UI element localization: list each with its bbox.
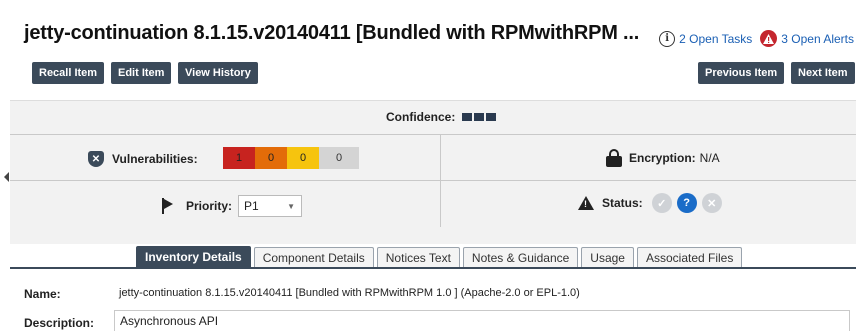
flag-icon: [162, 198, 174, 214]
confidence-bar-2: [474, 113, 485, 121]
description-field[interactable]: Asynchronous API: [114, 310, 850, 331]
confidence-row: Confidence:: [10, 101, 856, 135]
encryption-value: N/A: [699, 151, 720, 165]
priority-label: Priority:: [186, 199, 233, 213]
tab-underline: [10, 267, 856, 269]
sidebar-collapse-toggle[interactable]: [0, 150, 10, 202]
name-value: jetty-continuation 8.1.15.v20140411 [Bun…: [119, 287, 580, 299]
tab-usage[interactable]: Usage: [581, 247, 634, 268]
previous-item-button[interactable]: Previous Item: [698, 62, 785, 84]
tab-associated-files[interactable]: Associated Files: [636, 247, 743, 268]
info-icon: i: [659, 30, 676, 47]
status-approve-button[interactable]: ✓: [651, 193, 672, 213]
name-label: Name:: [24, 287, 61, 301]
item-header: jetty-continuation 8.1.15.v20140411 [Bun…: [0, 0, 856, 100]
status-label: Status:: [602, 196, 643, 210]
description-label: Description:: [24, 316, 95, 330]
confidence-bar-3: [486, 113, 497, 121]
status-pending-button[interactable]: ?: [676, 193, 697, 213]
status-group: ! Status: ✓ ? ✕: [578, 193, 722, 213]
page-title: jetty-continuation 8.1.15.v20140411 [Bun…: [24, 22, 640, 44]
tab-notes-guidance[interactable]: Notes & Guidance: [462, 247, 579, 268]
confidence-bars: [460, 113, 497, 121]
vulnerability-counts[interactable]: 1 0 0 0: [223, 147, 359, 169]
next-item-button[interactable]: Next Item: [791, 62, 855, 84]
vulnerabilities-label-group: ✕ Vulnerabilities:: [88, 151, 198, 167]
vuln-high-count[interactable]: 0: [255, 147, 287, 169]
view-history-button[interactable]: View History: [178, 62, 258, 84]
alert-icon: [760, 30, 778, 47]
open-alerts-link[interactable]: 3 Open Alerts: [781, 32, 854, 46]
chevron-down-icon: ▼: [287, 201, 296, 211]
edit-item-button[interactable]: Edit Item: [111, 62, 172, 84]
confidence-bar-1: [462, 113, 473, 121]
open-tasks-link[interactable]: 2 Open Tasks: [679, 32, 752, 46]
confidence-indicator: Confidence:: [386, 110, 497, 124]
encryption-info: Encryption: N/A: [606, 149, 720, 167]
chevron-left-icon: [4, 172, 9, 182]
vuln-medium-count[interactable]: 0: [287, 147, 319, 169]
vulnerabilities-encryption-row: ✕ Vulnerabilities: 1 0 0 0 Encryption: N…: [10, 135, 856, 181]
alerts-area: i 2 Open Tasks 3 Open Alerts: [659, 30, 854, 47]
priority-select[interactable]: P1 ▼: [238, 195, 303, 217]
priority-value: P1: [244, 199, 259, 213]
summary-panel: Confidence: ✕ Vulnerabilities: 1 0 0 0 E…: [10, 100, 856, 244]
warning-icon: !: [578, 196, 594, 210]
tab-component-details[interactable]: Component Details: [253, 247, 374, 268]
status-reject-button[interactable]: ✕: [701, 193, 722, 213]
tab-inventory-details[interactable]: Inventory Details: [136, 246, 251, 268]
lock-icon: [606, 149, 622, 167]
confidence-label: Confidence:: [386, 110, 456, 124]
shield-x-icon: ✕: [88, 151, 104, 167]
detail-tabs: Inventory Details Component Details Noti…: [136, 246, 745, 268]
vuln-critical-count[interactable]: 1: [223, 147, 255, 169]
encryption-label: Encryption:: [629, 151, 696, 165]
vulnerabilities-label: Vulnerabilities:: [112, 152, 198, 166]
priority-group: Priority: P1 ▼: [162, 195, 303, 217]
column-divider: [440, 135, 441, 227]
recall-item-button[interactable]: Recall Item: [32, 62, 105, 84]
priority-status-row: Priority: P1 ▼ ! Status: ✓ ? ✕: [10, 181, 856, 227]
tab-notices-text[interactable]: Notices Text: [376, 247, 460, 268]
vuln-low-count[interactable]: 0: [319, 147, 359, 169]
